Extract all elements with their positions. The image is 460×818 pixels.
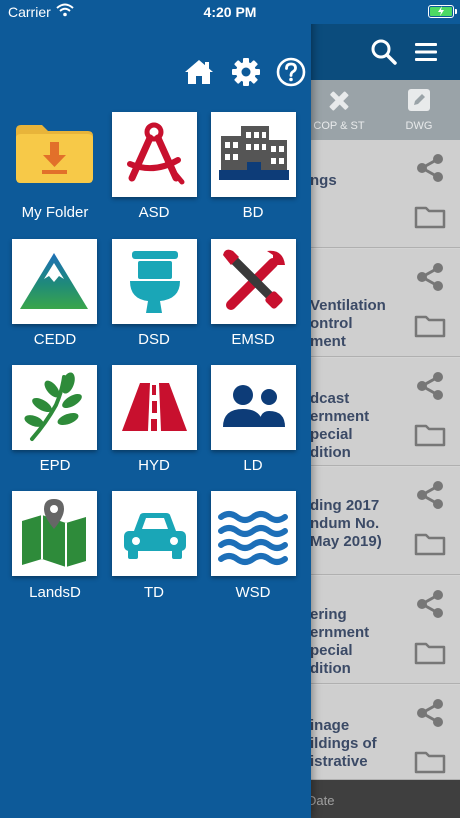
list-item-title: ding 2017 ndum No. May 2019) [310,497,382,550]
list-item-title: ering ernment pecial dition [310,606,370,677]
search-icon[interactable] [370,38,398,71]
tab-dwg[interactable]: DWG [384,86,454,132]
tile-ld[interactable] [211,365,296,450]
list-item-title: Ventilation ontrol ment [310,297,386,350]
battery-icon [428,5,457,18]
tile-label: TD [144,584,164,601]
tab-label: COP & ST [313,120,365,132]
tile-cedd[interactable] [12,239,97,324]
tile-label: EPD [39,457,71,474]
tile-wsd[interactable] [211,491,296,576]
tile-label: DSD [138,331,170,348]
list-item-title: dcast ernment pecial dition [310,390,370,461]
car-icon [124,513,186,559]
tab-cop-st[interactable]: COP & ST [304,86,374,132]
home-icon[interactable] [183,57,213,87]
tile-hyd[interactable] [112,365,197,450]
share-icon[interactable] [414,152,446,189]
tile-label: My Folder [21,204,89,221]
tile-label: WSD [235,584,271,601]
tile-td[interactable] [112,491,197,576]
list-item-title: inage ildings of istrative [310,717,377,770]
share-icon[interactable] [414,370,446,407]
status-bar: Carrier 4:20 PM [0,0,460,24]
tile-label: ASD [138,204,170,221]
share-icon[interactable] [414,697,446,734]
drafting-compass-icon [127,122,185,185]
clock: 4:20 PM [203,4,257,20]
tile-label: CEDD [33,331,77,348]
list-item-title: ngs [310,172,337,189]
share-icon[interactable] [414,479,446,516]
menu-icon[interactable] [413,38,439,71]
share-icon[interactable] [414,261,446,298]
tile-label: BD [242,204,264,221]
tile-label: LandsD [29,584,81,601]
road-icon [122,383,187,431]
download-folder-icon [16,125,93,183]
help-icon[interactable] [276,57,306,87]
tile-bd[interactable] [211,112,296,197]
folder-icon[interactable] [414,749,446,780]
toilet-icon [130,251,180,313]
edit-icon [384,86,454,117]
tile-dsd[interactable] [112,239,197,324]
folder-icon[interactable] [414,313,446,344]
tools-icon [223,249,285,310]
tile-epd[interactable] [12,365,97,450]
tile-label: EMSD [231,331,275,348]
share-icon[interactable] [414,588,446,625]
tile-asd[interactable] [112,112,197,197]
tile-landsd[interactable] [12,491,97,576]
folder-icon[interactable] [414,422,446,453]
tile-my-folder[interactable] [12,112,97,197]
ruler-pencil-icon [304,86,374,117]
tab-label: DWG [405,120,433,132]
mountain-icon [20,253,88,309]
footer-label: Date [307,793,335,808]
folder-icon[interactable] [414,204,446,235]
folder-icon[interactable] [414,640,446,671]
tile-label: HYD [138,457,170,474]
gear-icon[interactable] [231,57,261,87]
people-icon [223,385,285,427]
tile-label: LD [243,457,263,474]
folder-icon[interactable] [414,531,446,562]
side-drawer: My Folder ASD BD CEDD DSD EMSD EPD HYD L… [0,0,311,818]
water-waves-icon [218,511,288,565]
leaf-icon [24,372,82,441]
map-pin-icon [22,499,86,567]
tile-emsd[interactable] [211,239,296,324]
buildings-icon [219,126,289,180]
